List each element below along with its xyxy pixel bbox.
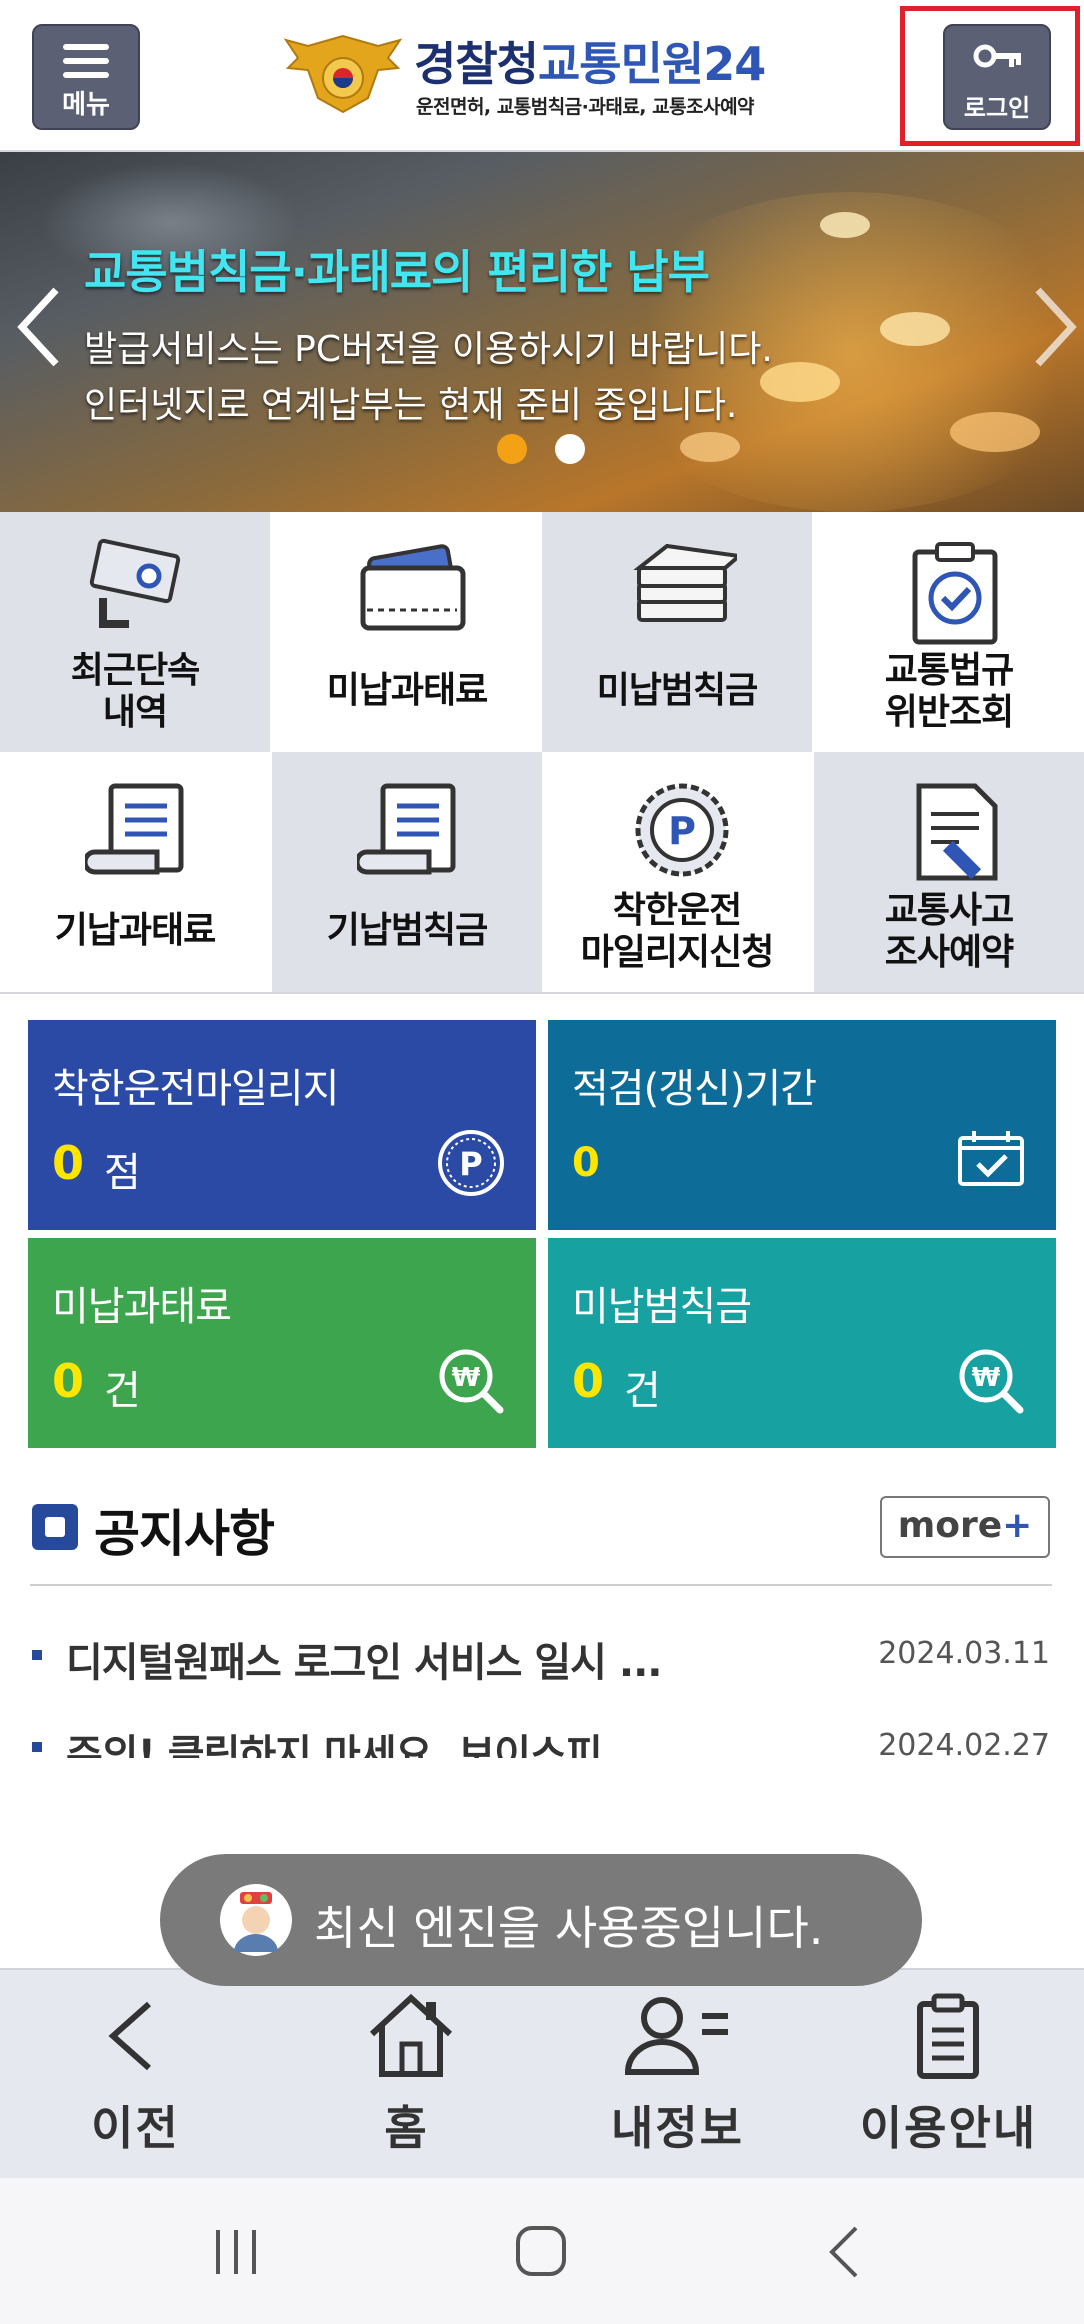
- grid-item-accident-reservation[interactable]: 교통사고 조사예약: [814, 752, 1084, 992]
- more-button[interactable]: more+: [880, 1496, 1050, 1558]
- notice-date: 2024.02.27: [878, 1728, 1050, 1758]
- tile-unit: 건: [104, 1368, 141, 1414]
- key-icon: [973, 44, 1021, 68]
- scroll-document-icon: [357, 783, 456, 875]
- scroll-document-icon: [85, 783, 184, 875]
- menu-button[interactable]: 메뉴: [32, 24, 140, 130]
- notice-text: 주의! 클릭하지 마세요. 보이스피: [66, 1732, 603, 1758]
- grid-item-paid-penalties[interactable]: 기납범칙금: [272, 752, 542, 992]
- home-circle-icon[interactable]: [514, 2224, 568, 2278]
- nav-label: 내정보: [611, 2101, 744, 2155]
- login-label: 로그인: [963, 94, 1031, 122]
- grid-item-label: 최근단속 내역: [70, 650, 200, 733]
- notice-item[interactable]: 주의! 클릭하지 마세요. 보이스피 2024.02.27: [30, 1718, 1052, 1758]
- grid-item-unpaid-fines[interactable]: 미납과태료: [272, 512, 542, 752]
- system-navigation-bar: [0, 2178, 1084, 2324]
- logo-title: 경찰청교통민원24: [414, 37, 766, 91]
- quick-menu-grid: 최근단속 내역 미납과태료 미납범칙금 교통법규 위반조회 기납과태료 기납범칙…: [0, 512, 1084, 994]
- recent-apps-icon[interactable]: [212, 2226, 262, 2278]
- nav-user-guide[interactable]: 이용안내: [813, 1970, 1084, 2180]
- tile-safe-driving-mileage[interactable]: 착한운전마일리지 0 점 P: [28, 1020, 536, 1230]
- grid-item-recent-enforcement[interactable]: 최근단속 내역: [0, 512, 270, 752]
- nav-back[interactable]: 이전: [0, 1970, 271, 2180]
- notice-title: 공지사항: [94, 1505, 275, 1563]
- logo-subtitle: 운전면허, 교통범칙금·과태료, 교통조사예약: [416, 96, 755, 118]
- document-pen-icon: [916, 783, 998, 881]
- svg-text:₩: ₩: [972, 1363, 1001, 1393]
- police-emblem-icon: [283, 34, 403, 114]
- banner-prev-icon[interactable]: [14, 282, 64, 372]
- notice-section-icon: [32, 1504, 78, 1550]
- tile-title: 미납범칙금: [572, 1284, 752, 1330]
- tile-value: 0: [52, 1136, 85, 1190]
- tile-license-renewal-period[interactable]: 적검(갱신)기간 0: [548, 1020, 1056, 1230]
- svg-text:P: P: [668, 809, 696, 853]
- nav-label: 이전: [91, 2101, 180, 2155]
- nav-my-info[interactable]: 내정보: [542, 1970, 813, 2180]
- toast-text: 최신 엔진을 사용중입니다.: [314, 1901, 824, 1955]
- divider: [30, 1584, 1052, 1586]
- nav-home[interactable]: 홈: [271, 1970, 542, 2180]
- notice-text: 디지털원패스 로그인 서비스 일시 ...: [66, 1640, 662, 1686]
- slide-indicator-active[interactable]: [497, 434, 527, 464]
- hamburger-icon: [63, 44, 109, 78]
- tile-title: 착한운전마일리지: [52, 1066, 339, 1112]
- police-mascot-icon: [220, 1884, 292, 1956]
- banner-line-1: 발급서비스는 PC버전을 이용하시기 바랍니다.: [84, 329, 773, 370]
- grid-item-label: 미납과태료: [326, 670, 489, 711]
- nav-label: 이용안내: [859, 2101, 1038, 2155]
- app-header: 메뉴 경찰청교통민원24 운전면허, 교통범칙금·과태료, 교통조사예약 로그인: [0, 0, 1084, 152]
- nav-label: 홈: [384, 2101, 429, 2155]
- grid-item-label: 착한운전 마일리지신청: [580, 890, 775, 973]
- grid-item-paid-fines[interactable]: 기납과태료: [0, 752, 270, 992]
- tile-unpaid-fines[interactable]: 미납과태료 0 건 ₩: [28, 1238, 536, 1448]
- toast-message: 최신 엔진을 사용중입니다.: [160, 1854, 922, 1986]
- clipboard-guide-icon: [917, 1993, 979, 2079]
- back-icon[interactable]: [826, 2224, 862, 2280]
- grid-item-label: 미납범칙금: [596, 670, 759, 711]
- grid-item-label: 교통사고 조사예약: [884, 890, 1014, 973]
- banner-line-2: 인터넷지로 연계납부는 현재 준비 중입니다.: [84, 385, 738, 426]
- tile-unit: 점: [104, 1150, 141, 1196]
- grid-item-mileage-apply[interactable]: P 착한운전 마일리지신청: [542, 752, 812, 992]
- clipboard-check-icon: [912, 542, 998, 645]
- won-search-icon: ₩: [439, 1349, 504, 1414]
- grid-item-label: 교통법규 위반조회: [884, 650, 1014, 733]
- wallet-icon: [360, 544, 466, 631]
- banner-next-icon[interactable]: [1030, 282, 1080, 372]
- home-icon: [369, 1993, 453, 2077]
- bullet-icon: [32, 1742, 42, 1752]
- won-search-icon: ₩: [959, 1349, 1024, 1414]
- svg-text:P: P: [459, 1145, 482, 1183]
- tile-value: 0: [572, 1140, 600, 1186]
- tile-value: 0: [572, 1354, 605, 1408]
- banner-title: 교통범칙금·과태료의 편리한 납부: [84, 245, 710, 299]
- mileage-p-icon: P: [438, 1130, 504, 1196]
- notice-date: 2024.03.11: [878, 1636, 1050, 1671]
- tile-value: 0: [52, 1354, 85, 1408]
- promo-banner[interactable]: 교통범칙금·과태료의 편리한 납부 발급서비스는 PC버전을 이용하시기 바랍니…: [0, 152, 1084, 512]
- notice-item[interactable]: 디지털원패스 로그인 서비스 일시 ... 2024.03.11: [30, 1626, 1052, 1686]
- tile-title: 미납과태료: [52, 1284, 232, 1330]
- tile-unpaid-penalties[interactable]: 미납범칙금 0 건 ₩: [548, 1238, 1056, 1448]
- cctv-camera-icon: [89, 538, 181, 628]
- grid-item-label: 기납범칙금: [326, 910, 489, 951]
- money-stack-icon: [633, 543, 737, 622]
- bottom-navigation: 이전 홈 내정보 이용안내: [0, 1968, 1084, 2180]
- grid-item-label: 기납과태료: [54, 910, 217, 951]
- user-info-icon: [624, 1997, 728, 2075]
- back-chevron-icon: [108, 2001, 151, 2071]
- calendar-check-icon: [958, 1131, 1024, 1186]
- grid-item-unpaid-penalties[interactable]: 미납범칙금: [542, 512, 812, 752]
- tile-unit: 건: [624, 1368, 661, 1414]
- grid-item-violation-lookup[interactable]: 교통법규 위반조회: [814, 512, 1084, 752]
- menu-label: 메뉴: [62, 90, 110, 120]
- mileage-coin-icon: P: [635, 783, 729, 877]
- login-button[interactable]: 로그인: [943, 24, 1051, 130]
- tile-title: 적검(갱신)기간: [572, 1066, 817, 1112]
- svg-text:₩: ₩: [452, 1363, 481, 1393]
- plus-icon: +: [1002, 1505, 1033, 1546]
- slide-indicator[interactable]: [555, 434, 585, 464]
- bullet-icon: [32, 1650, 42, 1660]
